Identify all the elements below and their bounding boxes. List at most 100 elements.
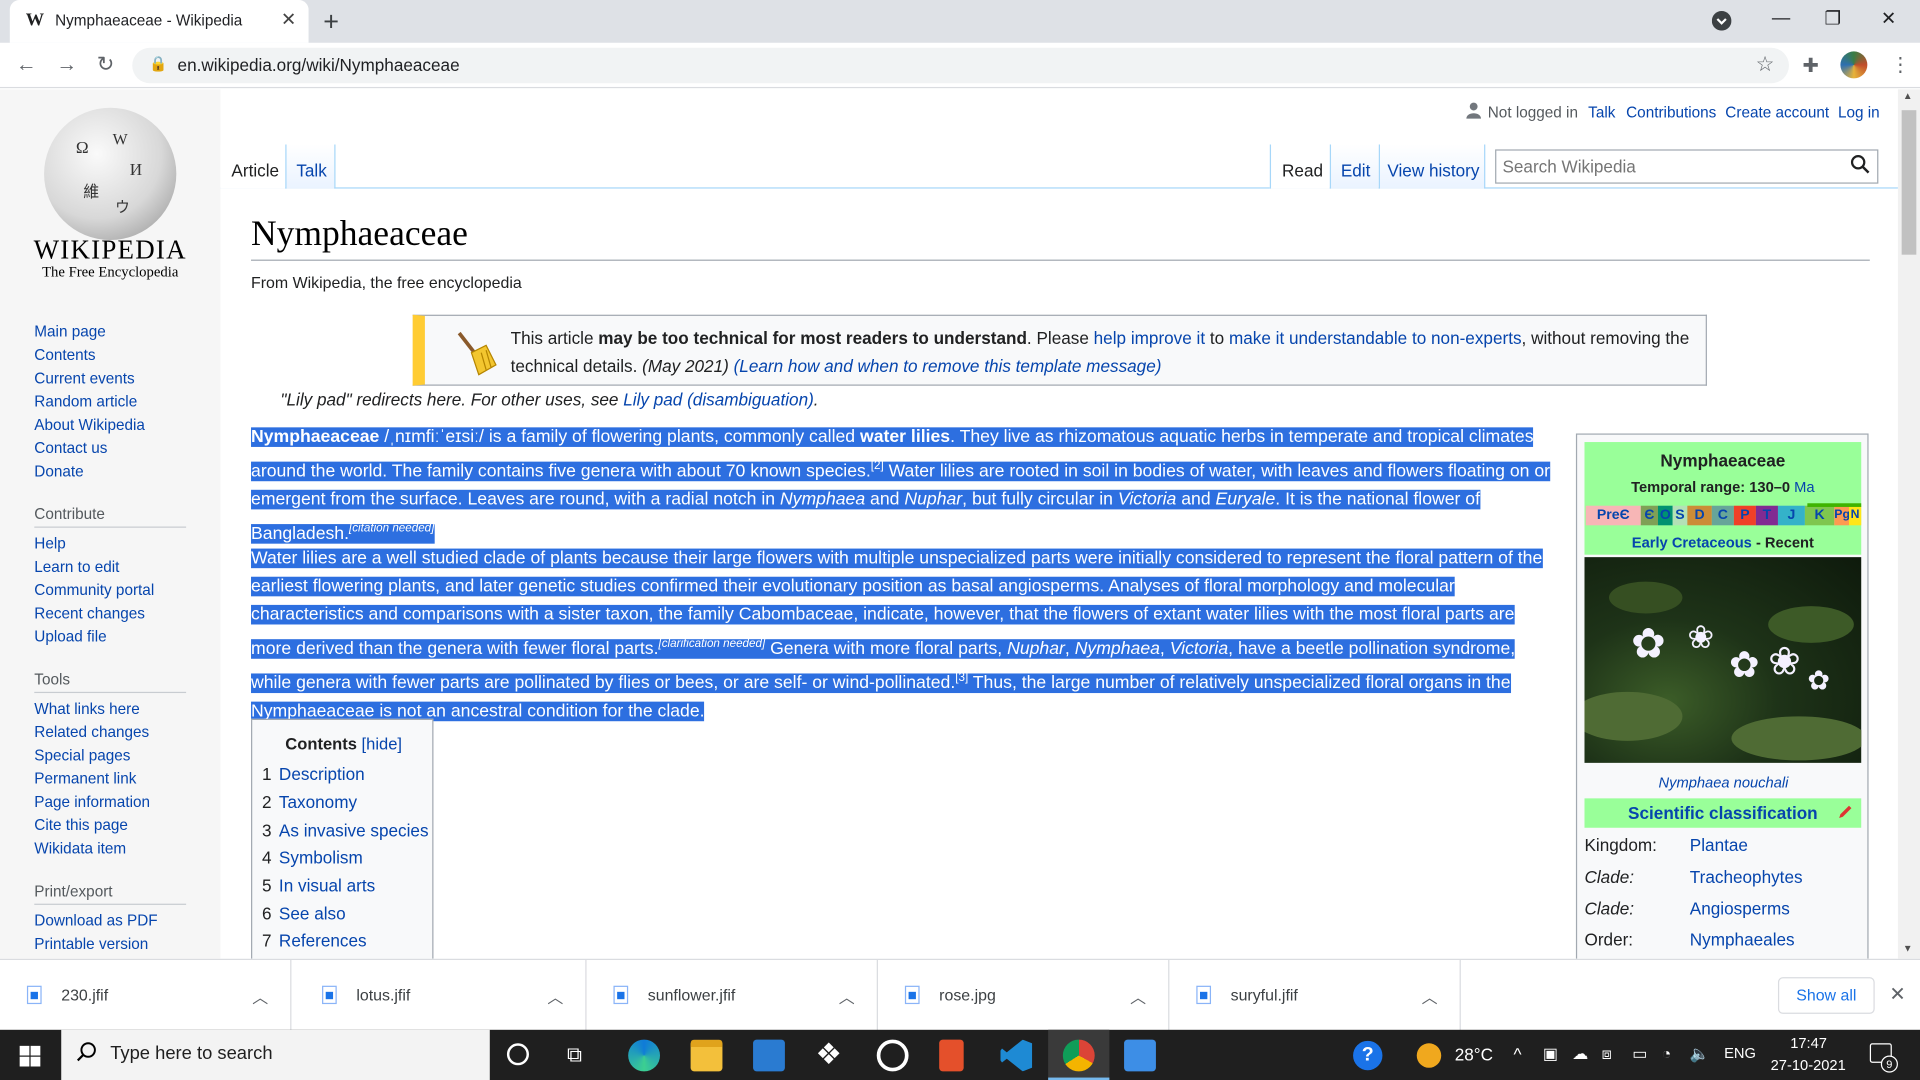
tab-article[interactable]: Article <box>220 144 286 189</box>
toc-item[interactable]: 2 Taxonomy <box>262 792 357 812</box>
contributions-link[interactable]: Contributions <box>1626 104 1716 121</box>
tab-view-history[interactable]: View history <box>1378 144 1486 189</box>
sidebar-item-community-portal[interactable]: Community portal <box>34 582 154 599</box>
chrome-menu-icon[interactable]: ⋮ <box>1891 53 1911 77</box>
cortana-icon[interactable] <box>506 1043 529 1066</box>
tray-icon[interactable]: ▣ <box>1543 1044 1558 1064</box>
chevron-up-icon[interactable]: ︿ <box>252 984 268 1007</box>
address-bar[interactable]: 🔒 en.wikipedia.org/wiki/Nymphaeaceae ☆ <box>132 47 1789 84</box>
geologic-timeline[interactable]: PreЄ Є O S D C P T J K Pg N <box>1585 503 1862 526</box>
sidebar-item-download-pdf[interactable]: Download as PDF <box>34 912 157 929</box>
toc-item[interactable]: 7 References <box>262 931 367 951</box>
toc-item[interactable]: 4 Symbolism <box>262 847 363 867</box>
lily-pad-disambiguation-link[interactable]: Lily pad (disambiguation) <box>623 389 814 409</box>
toc-hide-toggle[interactable]: [hide] <box>362 735 402 753</box>
wifi-icon[interactable]: ◔ <box>1662 1044 1672 1062</box>
help-improve-link[interactable]: help improve it <box>1094 328 1205 348</box>
taxon-value[interactable]: Nymphaeales <box>1690 929 1795 949</box>
sidebar-item-permanent-link[interactable]: Permanent link <box>34 770 136 787</box>
sidebar-item-wikidata-item[interactable]: Wikidata item <box>34 840 126 857</box>
toc-item[interactable]: 3 As invasive species <box>262 820 428 840</box>
remove-template-link[interactable]: (Learn how and when to remove this templ… <box>734 356 1162 376</box>
edit-pencil-icon[interactable] <box>1837 803 1854 820</box>
reload-icon[interactable]: ↻ <box>97 53 114 77</box>
sidebar-item-main-page[interactable]: Main page <box>34 323 105 340</box>
taskbar-search-box[interactable]: Type here to search <box>61 1029 490 1080</box>
taxon-value[interactable]: Angiosperms <box>1690 899 1790 919</box>
url-text[interactable]: en.wikipedia.org/wiki/Nymphaeaceae <box>178 55 460 75</box>
sidebar-item-page-information[interactable]: Page information <box>34 793 150 810</box>
show-all-downloads-button[interactable]: Show all <box>1777 977 1875 1014</box>
edge-browser-icon[interactable] <box>628 1039 661 1072</box>
browser-tab[interactable]: W Nymphaeaceae - Wikipedia ✕ <box>9 0 309 43</box>
personal-talk-link[interactable]: Talk <box>1588 104 1615 121</box>
sidebar-item-contents[interactable]: Contents <box>34 347 95 364</box>
tab-talk[interactable]: Talk <box>285 144 336 189</box>
clock-time[interactable]: 17:47 <box>1790 1035 1827 1052</box>
app-circle-icon[interactable] <box>876 1039 909 1072</box>
tab-search-icon[interactable] <box>1711 11 1732 35</box>
sidebar-item-recent-changes[interactable]: Recent changes <box>34 605 145 622</box>
task-view-icon[interactable]: ⧉ <box>567 1043 582 1067</box>
help-question-icon[interactable]: ? <box>1353 1040 1383 1071</box>
sidebar-item-learn-to-edit[interactable]: Learn to edit <box>34 558 119 575</box>
sidebar-item-printable-version[interactable]: Printable version <box>34 936 148 953</box>
language-indicator[interactable]: ENG <box>1724 1044 1756 1061</box>
chevron-up-icon[interactable]: ^ <box>1513 1044 1521 1064</box>
ma-link[interactable]: Ma <box>1794 479 1814 496</box>
log-in-link[interactable]: Log in <box>1838 104 1880 121</box>
vscode-icon[interactable] <box>1000 1039 1033 1072</box>
toc-item[interactable]: 6 See also <box>262 904 346 924</box>
download-item[interactable]: sunflower.jfif ︿ <box>587 960 878 1032</box>
back-arrow-icon[interactable]: ← <box>16 53 37 77</box>
toc-item[interactable]: 1 Description <box>262 764 365 784</box>
sidebar-item-cite-this-page[interactable]: Cite this page <box>34 817 128 834</box>
clock-date[interactable]: 27-10-2021 <box>1771 1057 1846 1074</box>
close-window-button[interactable]: ✕ <box>1881 7 1896 30</box>
file-explorer-icon[interactable] <box>690 1039 723 1072</box>
chevron-up-icon[interactable]: ︿ <box>839 984 855 1007</box>
early-cretaceous-link[interactable]: Early Cretaceous <box>1632 534 1752 551</box>
sidebar-item-help[interactable]: Help <box>34 535 65 552</box>
close-tab-icon[interactable]: ✕ <box>281 9 296 31</box>
reference-2[interactable]: [2] <box>871 459 884 472</box>
new-tab-button[interactable]: + <box>323 6 339 38</box>
wiki-search-input[interactable] <box>1502 155 1834 178</box>
chevron-up-icon[interactable]: ︿ <box>1130 984 1146 1007</box>
taxon-value[interactable]: Tracheophytes <box>1690 867 1803 887</box>
create-account-link[interactable]: Create account <box>1725 104 1829 121</box>
tab-edit[interactable]: Edit <box>1329 144 1379 189</box>
scroll-down-arrow-icon[interactable]: ▼ <box>1903 943 1913 954</box>
maximize-window-button[interactable]: ❐ <box>1824 7 1840 30</box>
chevron-up-icon[interactable]: ︿ <box>1422 984 1438 1007</box>
citation-needed[interactable]: [citation needed] <box>349 521 434 534</box>
sidebar-item-donate[interactable]: Donate <box>34 463 83 480</box>
clarification-needed[interactable]: [clarification needed] <box>658 637 765 650</box>
wiki-search-box[interactable] <box>1495 149 1879 184</box>
lock-icon[interactable]: 🔒 <box>149 55 167 72</box>
scrollbar-thumb[interactable] <box>1901 110 1917 255</box>
sidebar-item-contact[interactable]: Contact us <box>34 440 107 457</box>
nymphaea-photo[interactable]: ✿ ❀ ✿ ❀ ✿ <box>1584 557 1862 763</box>
toc-item[interactable]: 5 In visual arts <box>262 876 375 896</box>
dropbox-icon[interactable]: ❖ <box>816 1037 842 1073</box>
photo-caption[interactable]: Nymphaea nouchali <box>1577 774 1870 791</box>
taxon-value[interactable]: Plantae <box>1690 835 1748 855</box>
download-item[interactable]: 230.jfif ︿ <box>0 960 292 1032</box>
chevron-up-icon[interactable]: ︿ <box>547 984 563 1007</box>
onedrive-cloud-icon[interactable]: ☁ <box>1572 1044 1588 1064</box>
bookmark-star-icon[interactable]: ☆ <box>1756 53 1775 77</box>
close-downloads-bar-icon[interactable]: ✕ <box>1889 982 1905 1006</box>
tab-read[interactable]: Read <box>1269 144 1330 189</box>
battery-icon[interactable]: ▭ <box>1632 1044 1647 1064</box>
sidebar-item-special-pages[interactable]: Special pages <box>34 747 130 764</box>
download-item[interactable]: rose.jpg ︿ <box>878 960 1170 1032</box>
reference-3[interactable]: [3] <box>955 671 968 684</box>
sidebar-item-related-changes[interactable]: Related changes <box>34 724 149 741</box>
profile-avatar[interactable] <box>1840 51 1868 79</box>
sidebar-item-upload-file[interactable]: Upload file <box>34 628 106 645</box>
scroll-up-arrow-icon[interactable]: ▲ <box>1903 91 1913 102</box>
sidebar-item-about[interactable]: About Wikipedia <box>34 416 145 433</box>
scientific-classification-header[interactable]: Scientific classification <box>1584 798 1862 828</box>
search-icon[interactable] <box>1850 154 1870 180</box>
